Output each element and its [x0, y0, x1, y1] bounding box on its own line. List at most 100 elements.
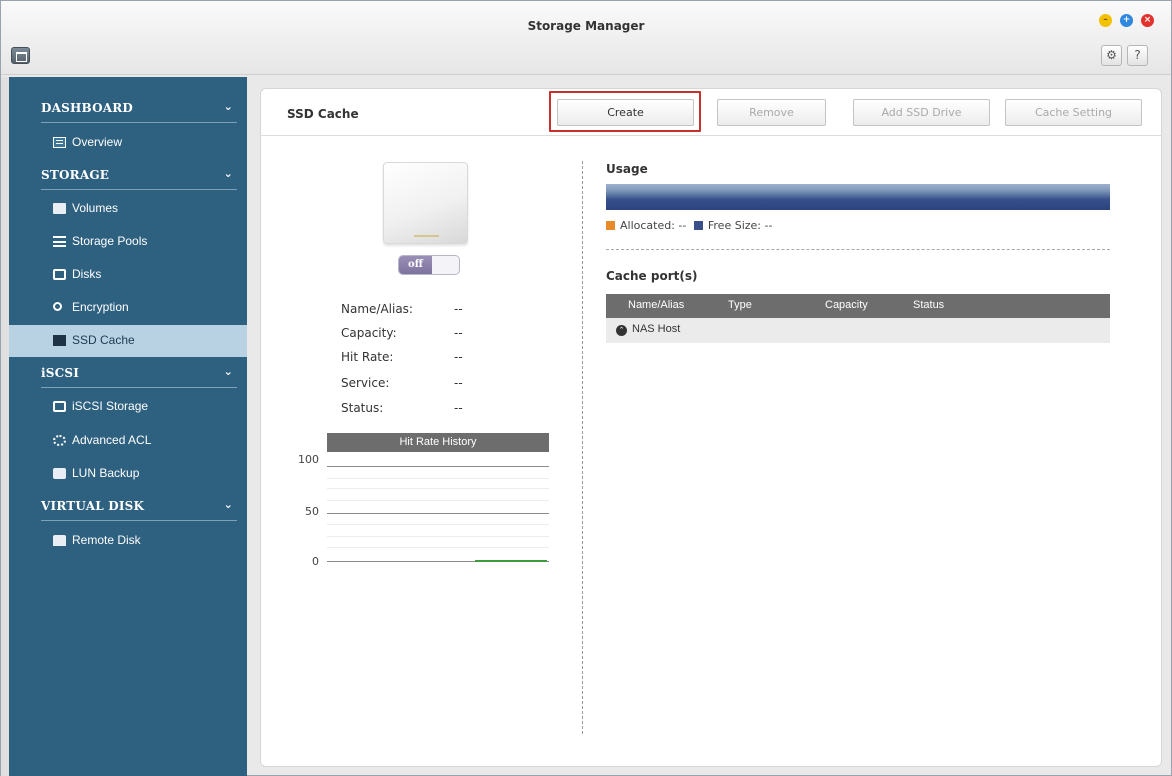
sidebar-item-label: Encryption — [72, 300, 129, 314]
sidebar-item-label: Disks — [72, 267, 102, 281]
sidebar-item-lun-backup[interactable]: LUN Backup — [9, 458, 247, 490]
toggle-off-label: off — [399, 256, 432, 274]
info-value: -- — [454, 401, 463, 415]
chevron-up-icon[interactable]: ⌃ — [616, 325, 627, 336]
column-header-name[interactable]: Name/Alias — [628, 299, 684, 311]
chevron-down-icon: ⌄ — [223, 365, 233, 378]
create-button[interactable]: Create — [557, 99, 694, 126]
info-value: -- — [454, 350, 463, 364]
chevron-down-icon: ⌄ — [223, 100, 233, 113]
info-label: Service: — [341, 376, 390, 390]
hit-rate-history-header: Hit Rate History — [327, 433, 549, 452]
section-label: STORAGE — [41, 168, 110, 182]
panel-header: SSD Cache Create Remove Add SSD Drive Ca… — [261, 89, 1161, 136]
overview-icon — [53, 137, 66, 148]
remote-disk-icon — [53, 535, 66, 546]
sidebar-section-dashboard[interactable]: DASHBOARD ⌄ — [41, 93, 237, 123]
app-menu-icon[interactable] — [11, 47, 30, 64]
close-icon[interactable]: × — [1141, 14, 1154, 27]
allocated-swatch — [606, 221, 615, 230]
remove-button[interactable]: Remove — [717, 99, 826, 126]
key-icon — [53, 302, 62, 311]
sidebar-item-label: SSD Cache — [72, 333, 135, 347]
sidebar-item-overview[interactable]: Overview — [9, 127, 247, 159]
sidebar-item-advanced-acl[interactable]: Advanced ACL — [9, 425, 247, 457]
ssd-drive-icon — [383, 162, 468, 244]
info-value: -- — [454, 302, 463, 316]
sidebar-item-volumes[interactable]: Volumes — [9, 193, 247, 225]
column-header-status[interactable]: Status — [913, 299, 944, 311]
info-value: -- — [454, 326, 463, 340]
sidebar-section-virtual-disk[interactable]: VIRTUAL DISK ⌄ — [41, 491, 237, 521]
row-name: NAS Host — [632, 323, 681, 335]
hit-rate-tick-50: 50 — [305, 505, 319, 518]
storage-pool-icon — [53, 236, 66, 247]
sidebar-item-remote-disk[interactable]: Remote Disk — [9, 525, 247, 557]
sidebar-item-ssd-cache[interactable]: SSD Cache — [9, 325, 247, 357]
usage-bar — [606, 184, 1110, 210]
free-size-swatch — [693, 221, 703, 230]
gear-icon: ⚙ — [1106, 48, 1117, 62]
sidebar-section-storage[interactable]: STORAGE ⌄ — [41, 160, 237, 190]
free-size-label: Free Size: -- — [707, 219, 773, 232]
section-label: VIRTUAL DISK — [41, 499, 145, 513]
sidebar-item-label: Volumes — [72, 201, 119, 215]
hit-rate-tick-0: 0 — [312, 555, 319, 568]
info-label: Capacity: — [341, 326, 397, 340]
lun-backup-icon — [53, 468, 66, 479]
title-bar: Storage Manager – + × ⚙ ? — [1, 1, 1171, 75]
section-label: DASHBOARD — [41, 101, 134, 115]
hit-rate-line-50 — [327, 513, 549, 514]
sidebar-item-label: Remote Disk — [72, 533, 141, 547]
column-divider — [582, 161, 583, 734]
usage-legend: Allocated: -- Free Size: -- — [606, 219, 772, 232]
hit-rate-tick-100: 100 — [298, 453, 319, 466]
window-title: Storage Manager — [527, 19, 645, 33]
volume-icon — [53, 203, 66, 214]
sidebar-item-label: Storage Pools — [72, 234, 148, 248]
sidebar-item-label: Advanced ACL — [72, 433, 152, 447]
acl-icon — [53, 435, 66, 446]
add-ssd-drive-button[interactable]: Add SSD Drive — [853, 99, 990, 126]
sidebar: DASHBOARD ⌄ Overview STORAGE ⌄ Volumes S… — [9, 77, 247, 776]
cache-ports-table-header: Name/Alias Type Capacity Status — [606, 294, 1110, 318]
table-row[interactable]: ⌃ NAS Host — [606, 318, 1110, 343]
settings-button[interactable]: ⚙ — [1101, 45, 1122, 66]
chevron-down-icon: ⌄ — [223, 167, 233, 180]
column-header-type[interactable]: Type — [728, 299, 752, 311]
hit-rate-grid — [327, 478, 549, 479]
help-button[interactable]: ? — [1127, 45, 1148, 66]
sidebar-section-iscsi[interactable]: iSCSI ⌄ — [41, 358, 237, 388]
storage-manager-window: Storage Manager – + × ⚙ ? DASHBOARD ⌄ Ov… — [0, 0, 1172, 776]
chevron-down-icon: ⌄ — [223, 498, 233, 511]
help-icon: ? — [1134, 48, 1141, 62]
cache-ports-title: Cache port(s) — [606, 269, 698, 283]
page-title: SSD Cache — [287, 107, 359, 121]
sidebar-item-label: Overview — [72, 135, 123, 149]
ssd-cache-panel: SSD Cache Create Remove Add SSD Drive Ca… — [260, 88, 1162, 767]
hit-rate-grid — [327, 536, 549, 537]
maximize-icon[interactable]: + — [1120, 14, 1133, 27]
cache-setting-button[interactable]: Cache Setting — [1005, 99, 1142, 126]
allocated-label: Allocated: -- — [620, 219, 687, 232]
ssd-icon — [53, 335, 66, 346]
window-edge — [1, 77, 9, 776]
minimize-icon[interactable]: – — [1099, 14, 1112, 27]
column-header-capacity[interactable]: Capacity — [825, 299, 868, 311]
sidebar-item-iscsi-storage[interactable]: iSCSI Storage — [9, 391, 247, 423]
sidebar-item-encryption[interactable]: Encryption — [9, 292, 247, 324]
hit-rate-grid — [327, 547, 549, 548]
sidebar-item-disks[interactable]: Disks — [9, 259, 247, 291]
cache-toggle[interactable]: off — [398, 255, 460, 275]
hit-rate-line-100 — [327, 466, 549, 467]
section-label: iSCSI — [41, 366, 80, 380]
info-label: Name/Alias: — [341, 302, 413, 316]
sidebar-item-label: LUN Backup — [72, 466, 140, 480]
hit-rate-series-line — [475, 560, 547, 562]
info-label: Hit Rate: — [341, 350, 394, 364]
hit-rate-grid — [327, 524, 549, 525]
sidebar-item-storage-pools[interactable]: Storage Pools — [9, 226, 247, 258]
iscsi-icon — [53, 401, 66, 412]
disk-icon — [53, 269, 66, 280]
sidebar-item-label: iSCSI Storage — [72, 399, 149, 413]
